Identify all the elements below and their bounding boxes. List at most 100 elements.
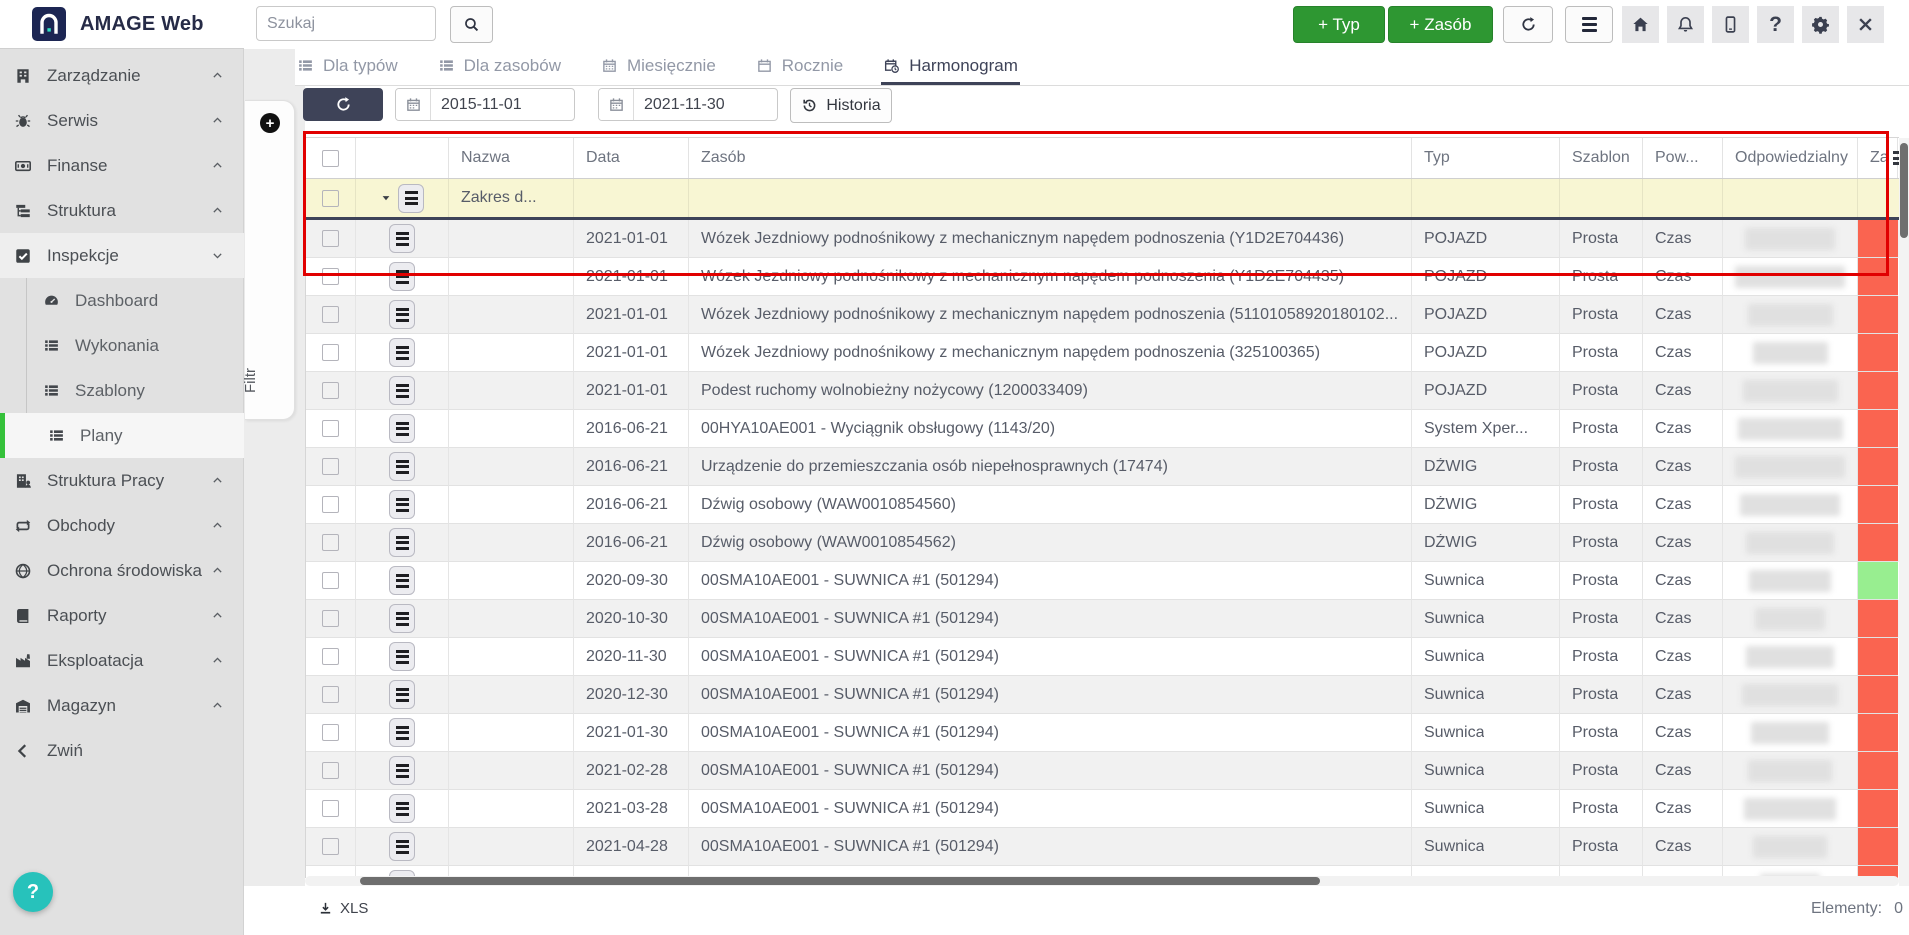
table-row[interactable]: 2020-12-3000SMA10AE001 - SUWNICA #1 (501… (306, 676, 1899, 714)
select-checkbox[interactable] (322, 762, 339, 779)
tab-dla-typow[interactable]: Dla typów (295, 49, 400, 85)
select-checkbox[interactable] (322, 800, 339, 817)
table-row[interactable]: 2021-03-2800SMA10AE001 - SUWNICA #1 (501… (306, 790, 1899, 828)
row-menu-button[interactable] (389, 642, 415, 671)
caret-down-icon[interactable] (380, 192, 392, 204)
sidebar-item-dashboard[interactable]: Dashboard (27, 278, 244, 323)
column-header-za[interactable]: Za (1858, 138, 1898, 178)
table-row[interactable]: 2021-04-2800SMA10AE001 - SUWNICA #1 (501… (306, 828, 1899, 866)
select-checkbox[interactable] (322, 610, 339, 627)
select-checkbox[interactable] (322, 190, 339, 207)
row-menu-button[interactable] (389, 414, 415, 443)
sidebar-item-struktura-pracy[interactable]: Struktura Pracy (0, 458, 244, 503)
sidebar-item-finanse[interactable]: Finanse (0, 143, 244, 188)
sidebar-item-ochrona-srodowiska[interactable]: Ochrona środowiska (0, 548, 244, 593)
sidebar-item-raporty[interactable]: Raporty (0, 593, 244, 638)
select-checkbox[interactable] (322, 838, 339, 855)
column-header-odpowiedzialny[interactable]: Odpowiedzialny (1723, 138, 1858, 178)
row-menu-button[interactable] (389, 376, 415, 405)
vertical-scrollbar-thumb[interactable] (1900, 143, 1908, 238)
select-checkbox[interactable] (322, 306, 339, 323)
table-row[interactable]: 2020-10-3000SMA10AE001 - SUWNICA #1 (501… (306, 600, 1899, 638)
row-menu-button[interactable] (389, 718, 415, 747)
home-button[interactable] (1622, 6, 1659, 43)
table-row[interactable]: 2021-01-01Wózek Jezdniowy podnośnikowy z… (306, 258, 1899, 296)
row-menu-button[interactable] (389, 300, 415, 329)
row-menu-button[interactable] (389, 566, 415, 595)
column-header-szablon[interactable]: Szablon (1560, 138, 1643, 178)
select-checkbox[interactable] (322, 534, 339, 551)
table-refresh-button[interactable] (303, 88, 383, 121)
sidebar-item-wykonania[interactable]: Wykonania (27, 323, 244, 368)
column-header-pow-[interactable]: Pow... (1643, 138, 1723, 178)
search-button[interactable] (450, 6, 493, 43)
row-menu-button[interactable] (389, 832, 415, 861)
mobile-button[interactable] (1712, 6, 1749, 43)
horizontal-scrollbar[interactable] (305, 876, 1899, 886)
history-button[interactable]: Historia (790, 88, 892, 123)
sidebar-item-obchody[interactable]: Obchody (0, 503, 244, 548)
sidebar-item-zwin[interactable]: Zwiń (0, 728, 244, 773)
add-resource-button[interactable]: + Zasób (1388, 6, 1493, 43)
table-row[interactable]: 2021-01-01Podest ruchomy wolnobieżny noż… (306, 372, 1899, 410)
table-row[interactable]: 2021-01-01Wózek Jezdniowy podnośnikowy z… (306, 220, 1899, 258)
sidebar-item-struktura[interactable]: Struktura (0, 188, 244, 233)
select-checkbox[interactable] (322, 686, 339, 703)
column-header-typ[interactable]: Typ (1412, 138, 1560, 178)
row-menu-button[interactable] (389, 224, 415, 253)
select-checkbox[interactable] (322, 648, 339, 665)
main-menu-button[interactable] (1565, 6, 1613, 43)
row-menu-button[interactable] (389, 680, 415, 709)
sidebar-item-eksploatacja[interactable]: Eksploatacja (0, 638, 244, 683)
table-row[interactable]: 2016-06-21Urządzenie do przemieszczania … (306, 448, 1899, 486)
vertical-scrollbar[interactable] (1899, 138, 1909, 886)
column-header-data[interactable]: Data (574, 138, 689, 178)
search-input[interactable] (256, 6, 436, 41)
select-checkbox[interactable] (322, 268, 339, 285)
row-menu-button[interactable] (389, 490, 415, 519)
date-from-input[interactable] (431, 96, 571, 114)
date-to-input[interactable] (634, 96, 774, 114)
column-header-zasob[interactable]: Zasób (689, 138, 1412, 178)
refresh-button[interactable] (1503, 6, 1553, 43)
table-row[interactable]: 2021-02-2800SMA10AE001 - SUWNICA #1 (501… (306, 752, 1899, 790)
select-checkbox[interactable] (322, 458, 339, 475)
sidebar-item-zarzadzanie[interactable]: Zarządzanie (0, 53, 244, 98)
row-menu-button[interactable] (389, 262, 415, 291)
table-row[interactable]: 2016-06-21Dźwig osobowy (WAW0010854560)D… (306, 486, 1899, 524)
table-row[interactable]: 2021-01-01Wózek Jezdniowy podnośnikowy z… (306, 334, 1899, 372)
select-checkbox[interactable] (322, 230, 339, 247)
row-menu-button[interactable] (389, 756, 415, 785)
select-checkbox[interactable] (322, 420, 339, 437)
row-menu-button[interactable] (389, 528, 415, 557)
table-row[interactable]: 2016-06-21Dźwig osobowy (WAW0010854562)D… (306, 524, 1899, 562)
row-menu-button[interactable] (389, 452, 415, 481)
filter-flap[interactable]: + Filtr (245, 100, 295, 420)
horizontal-scrollbar-thumb[interactable] (360, 877, 1320, 885)
select-checkbox[interactable] (322, 496, 339, 513)
close-button[interactable] (1847, 6, 1884, 43)
settings-button[interactable] (1802, 6, 1839, 43)
add-type-button[interactable]: + Typ (1293, 6, 1385, 43)
help-fab-button[interactable]: ? (13, 872, 53, 912)
table-row[interactable]: 2021-01-01Wózek Jezdniowy podnośnikowy z… (306, 296, 1899, 334)
row-menu-button[interactable] (389, 338, 415, 367)
sidebar-item-serwis[interactable]: Serwis (0, 98, 244, 143)
row-menu-button[interactable] (389, 604, 415, 633)
tab-rocznie[interactable]: Rocznie (754, 49, 845, 85)
tab-dla-zasobow[interactable]: Dla zasobów (436, 49, 563, 85)
tab-miesiecznie[interactable]: Miesięcznie (599, 49, 718, 85)
select-checkbox[interactable] (322, 724, 339, 741)
sidebar-item-magazyn[interactable]: Magazyn (0, 683, 244, 728)
app-logo[interactable]: AMAGE Web (0, 0, 244, 49)
tab-harmonogram[interactable]: Harmonogram (881, 49, 1020, 85)
table-row[interactable]: 2020-11-3000SMA10AE001 - SUWNICA #1 (501… (306, 638, 1899, 676)
export-xls-button[interactable]: XLS (318, 900, 368, 917)
group-row[interactable]: Zakres d... (306, 179, 1899, 220)
select-all-checkbox[interactable] (322, 150, 339, 167)
table-row[interactable]: 2021-01-3000SMA10AE001 - SUWNICA #1 (501… (306, 714, 1899, 752)
table-row[interactable]: 2016-06-2100HYA10AE001 - Wyciągnik obsłu… (306, 410, 1899, 448)
notifications-button[interactable] (1667, 6, 1704, 43)
select-checkbox[interactable] (322, 382, 339, 399)
expand-filter-button[interactable]: + (260, 113, 280, 133)
